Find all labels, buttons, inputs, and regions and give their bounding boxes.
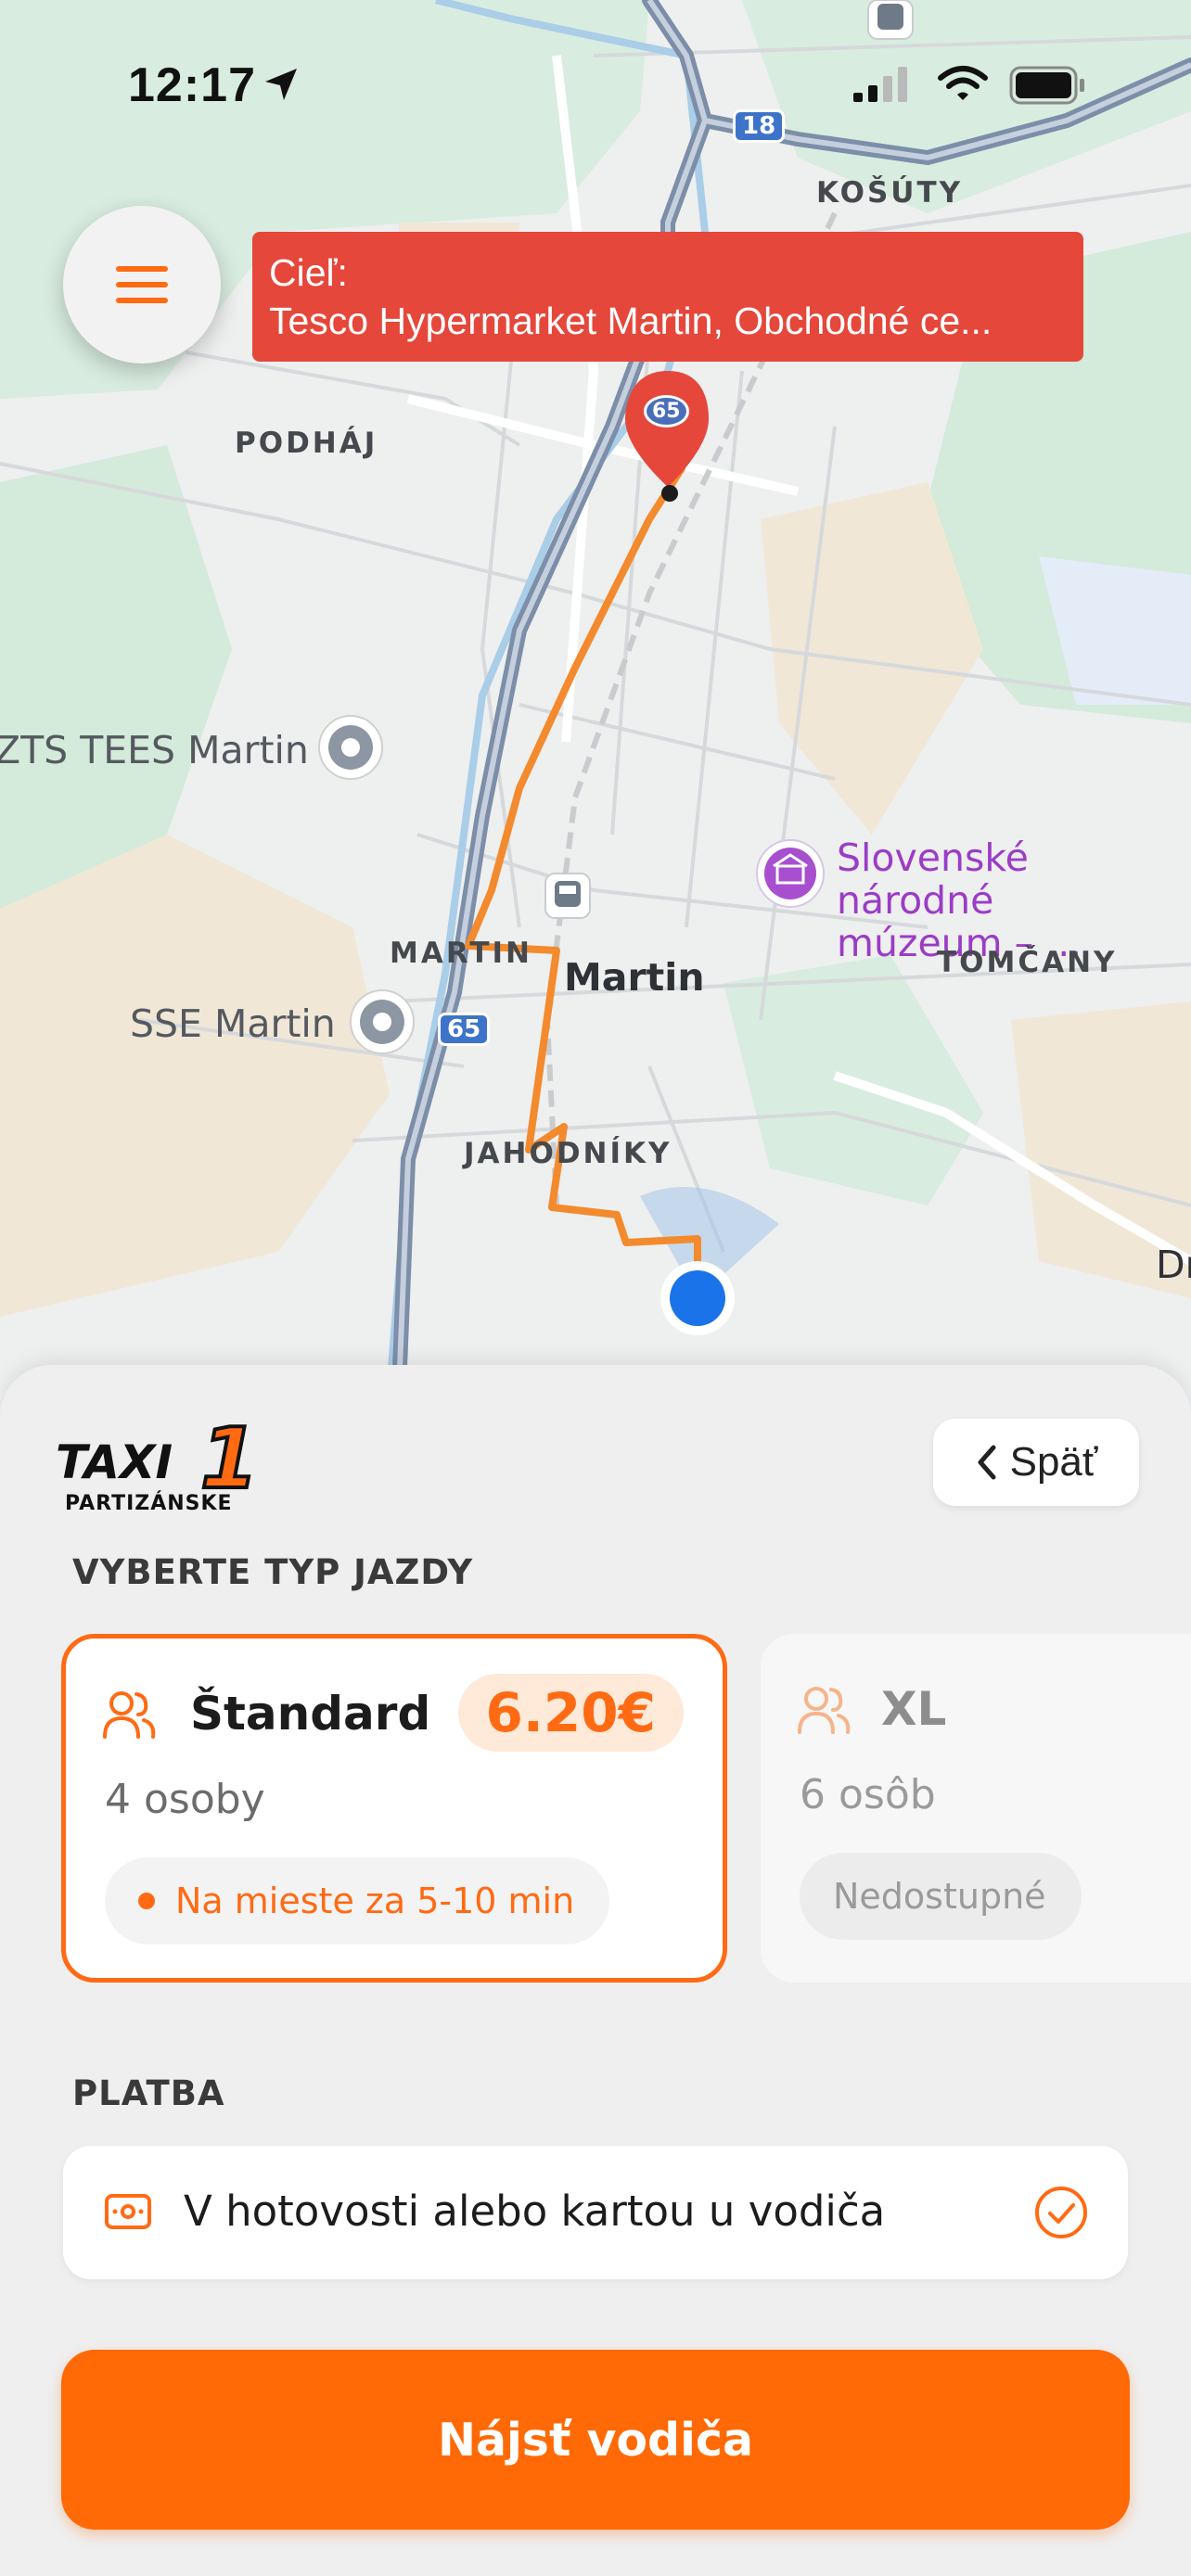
museum-label-line1: Slovenské národné xyxy=(837,835,1029,923)
battery-icon xyxy=(1009,66,1084,105)
taxi1-logo: TAXI 1 PARTIZÁNSKE xyxy=(56,1409,278,1517)
payment-method-option[interactable]: V hotovosti alebo kartou u vodiča xyxy=(63,2146,1128,2279)
status-dot-icon xyxy=(138,1893,155,1909)
map-canvas xyxy=(0,0,1191,1398)
ride-type-title: VYBERTE TYP JAZDY xyxy=(72,1552,474,1592)
logo-graphic: TAXI 1 PARTIZÁNSKE xyxy=(56,1409,261,1515)
map-label-tomcany: TOMČANY xyxy=(937,946,1118,979)
logo-brand-text: TAXI xyxy=(56,1435,173,1489)
payment-method-label: V hotovosti alebo kartou u vodiča xyxy=(184,2187,886,2236)
ride-type-status: Na mieste za 5-10 min xyxy=(105,1857,610,1945)
ride-type-price: 6.20€ xyxy=(457,1674,684,1752)
ride-type-capacity: 4 osoby xyxy=(105,1776,265,1823)
road-shield-65-top: 65 xyxy=(644,395,689,427)
ride-type-card-standard[interactable]: Štandard 6.20€ 4 osoby Na mieste za 5-10… xyxy=(61,1634,727,1983)
road-shield-65-mid: 65 xyxy=(438,1013,491,1046)
train-station-top-icon xyxy=(867,0,914,40)
ride-type-status-text: Na mieste za 5-10 min xyxy=(175,1881,575,1921)
map-label-kosuty: KOŠÚTY xyxy=(816,176,964,210)
users-icon xyxy=(798,1687,851,1734)
check-circle-icon xyxy=(1035,2187,1087,2238)
map-label-martin-city: Martin xyxy=(564,955,705,1000)
menu-button[interactable] xyxy=(63,206,221,363)
ride-type-name: XL xyxy=(881,1682,947,1736)
cellular-signal-icon xyxy=(853,67,907,102)
status-time: 12:17 xyxy=(128,58,256,112)
wifi-icon xyxy=(938,66,988,100)
map-label-martin-district: MARTIN xyxy=(390,937,532,970)
ride-type-status-text: Nedostupné xyxy=(833,1876,1046,1917)
location-arrow-icon xyxy=(265,69,297,100)
destination-banner[interactable]: Cieľ: Tesco Hypermarket Martin, Obchodné… xyxy=(252,232,1083,362)
ride-type-name: Štandard xyxy=(190,1687,431,1741)
ride-type-capacity: 6 osôb xyxy=(800,1771,936,1818)
bottom-sheet: TAXI 1 PARTIZÁNSKE Späť VYBERTE TYP JAZD… xyxy=(0,1365,1191,2576)
ride-type-card-xl[interactable]: XL 6 osôb Nedostupné xyxy=(761,1634,1191,1983)
hamburger-menu-icon xyxy=(116,266,168,303)
train-station-icon xyxy=(544,873,591,919)
back-button-label: Späť xyxy=(1009,1439,1098,1485)
poi-zts-icon xyxy=(318,715,383,780)
destination-address: Tesco Hypermarket Martin, Obchodné ce... xyxy=(269,300,992,342)
map-label-zts: ZTS TEES Martin xyxy=(0,728,309,772)
cash-icon xyxy=(105,2194,151,2229)
logo-town-text: PARTIZÁNSKE xyxy=(65,1491,233,1515)
map-view[interactable]: KOŠÚTY PODHÁJ ZTS TEES Martin Slovenské … xyxy=(0,0,1191,1398)
map-label-sse: SSE Martin xyxy=(130,1001,336,1046)
map-label-edge: Dr xyxy=(1156,1243,1191,1287)
map-label-podhaj: PODHÁJ xyxy=(235,427,378,460)
status-bar: 12:17 xyxy=(0,56,1191,121)
map-label-jahodniky: JAHODNÍKY xyxy=(464,1137,672,1170)
destination-label: Cieľ: xyxy=(269,251,348,294)
ride-type-status: Nedostupné xyxy=(800,1853,1082,1940)
payment-title: PLATBA xyxy=(72,2073,225,2113)
find-driver-button[interactable]: Nájsť vodiča xyxy=(61,2350,1130,2530)
poi-sse-icon xyxy=(350,989,415,1054)
user-location-dot xyxy=(660,1261,735,1335)
back-button[interactable]: Späť xyxy=(933,1419,1139,1506)
chevron-left-icon xyxy=(978,1445,996,1480)
users-icon xyxy=(103,1691,156,1739)
museum-icon xyxy=(756,839,825,908)
